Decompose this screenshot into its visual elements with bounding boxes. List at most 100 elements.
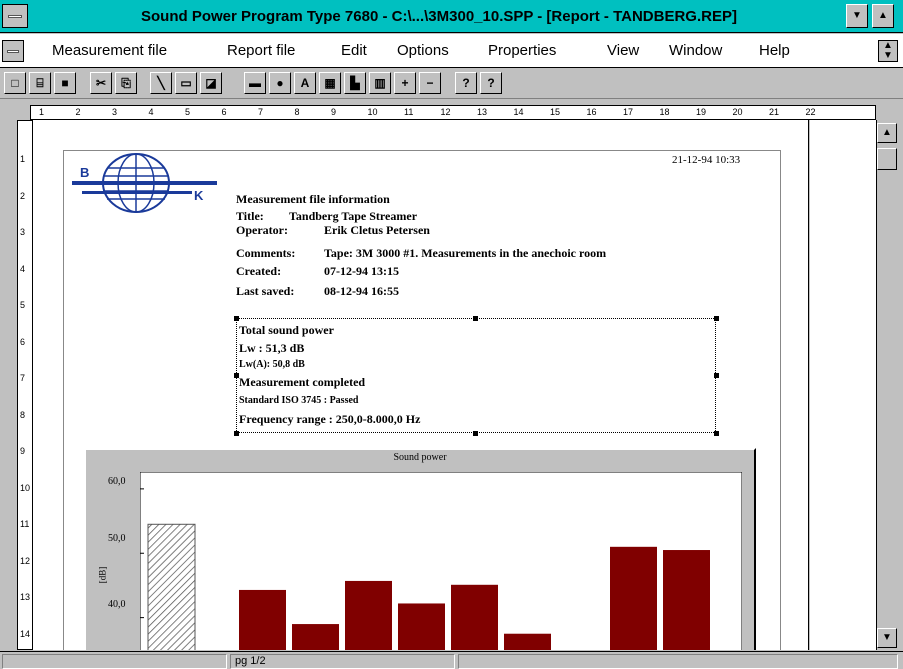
restore-button[interactable]: ▲ ▼	[878, 40, 898, 62]
resize-handle[interactable]	[473, 431, 478, 436]
ruler-tick: 16	[586, 107, 597, 117]
last-saved-value: 08-12-94 16:55	[324, 284, 399, 298]
comments-value: Tape: 3M 3000 #1. Measurements in the an…	[324, 246, 607, 260]
resize-handle[interactable]	[234, 316, 239, 321]
ruler-tick: 18	[659, 107, 670, 117]
open-file-icon[interactable]: ⌸	[29, 72, 51, 94]
sound-power-chart[interactable]: Sound power [dB] 60,0 50,0 40,0	[84, 448, 756, 650]
status-bar: pg 1/2	[0, 651, 903, 669]
rectangle-tool-icon[interactable]: ▬	[244, 72, 266, 94]
cut-icon[interactable]: ✂	[90, 72, 112, 94]
ruler-tick: 19	[696, 107, 707, 117]
scroll-up-arrow[interactable]: ▲	[877, 123, 897, 143]
title-bar: Sound Power Program Type 7680 - C:\...\3…	[0, 0, 903, 33]
help-icon[interactable]: ?	[455, 72, 477, 94]
scroll-down-arrow[interactable]: ▼	[877, 628, 897, 648]
ruler-tick: 11	[404, 107, 414, 117]
maximize-button[interactable]: ▲	[872, 4, 894, 28]
ruler-tick: 22	[805, 107, 816, 117]
menu-help[interactable]: Help	[759, 34, 790, 68]
total-power-heading: Total sound power	[239, 323, 334, 337]
logo-letter-k: K	[194, 188, 204, 203]
status-cell	[458, 654, 898, 669]
save-icon[interactable]: ■	[54, 72, 76, 94]
ruler-tick: 9	[20, 446, 26, 456]
ellipse-tool-icon[interactable]: ●	[269, 72, 291, 94]
menu-bar: Measurement file Report file Edit Option…	[0, 34, 903, 68]
standard-status: Standard ISO 3745 : Passed	[239, 395, 359, 406]
ruler-tick: 12	[440, 107, 451, 117]
ruler-tick: 7	[20, 373, 26, 383]
menu-report-file[interactable]: Report file	[227, 34, 295, 68]
ruler-tick: 5	[20, 300, 26, 310]
band-bar	[292, 624, 339, 650]
operator-label: Operator:	[236, 223, 288, 237]
chart-title: Sound power	[393, 452, 447, 463]
status-page: pg 1/2	[230, 654, 455, 669]
document-area[interactable]: 21-12-94 10:33 B K Measurement file info…	[33, 120, 809, 650]
line-tool-icon[interactable]: ╲	[150, 72, 172, 94]
text-tool-icon[interactable]: A	[294, 72, 316, 94]
ruler-tick: 10	[20, 482, 31, 493]
lwa-value: Lw(A): 50,8 dB	[239, 359, 305, 370]
menu-window[interactable]: Window	[669, 34, 722, 68]
resize-handle[interactable]	[714, 316, 719, 321]
zoom-out-icon[interactable]: −	[419, 72, 441, 94]
eraser-tool-icon[interactable]: ◪	[200, 72, 222, 94]
band-bar	[398, 603, 445, 650]
menu-measurement-file[interactable]: Measurement file	[52, 34, 167, 68]
right-margin-pane	[810, 120, 876, 650]
ruler-tick: 12	[20, 555, 31, 566]
ruler-tick: 8	[20, 409, 26, 420]
horizontal-ruler: 1 2 3 4 5 6 7 8 9 10 11 12 13 14 15 16 17 18 19 20 21 22	[30, 105, 876, 120]
ruler-tick: 6	[20, 336, 26, 347]
frequency-range: Frequency range : 250,0-8.000,0 Hz	[239, 412, 421, 426]
ruler-tick: 3	[112, 107, 118, 117]
y-tick-label: 50,0	[108, 533, 126, 544]
ruler-tick: 1	[20, 154, 26, 164]
chart-tool-icon[interactable]: ▙	[344, 72, 366, 94]
menu-view[interactable]: View	[607, 34, 639, 68]
resize-handle[interactable]	[234, 373, 239, 378]
ruler-tick: 11	[20, 519, 30, 529]
created-value: 07-12-94 13:15	[324, 264, 399, 278]
ruler-tick: 10	[367, 107, 378, 117]
document-menu-button[interactable]	[2, 40, 24, 62]
info-heading: Measurement file information	[236, 192, 390, 206]
menu-edit[interactable]: Edit	[341, 34, 367, 68]
new-file-icon[interactable]: □	[4, 72, 26, 94]
menu-options[interactable]: Options	[397, 34, 449, 68]
resize-handle[interactable]	[714, 373, 719, 378]
vertical-scrollbar[interactable]: ▲ ▼	[876, 120, 898, 650]
ruler-tick: 3	[20, 227, 26, 237]
operator-value: Erik Cletus Petersen	[324, 223, 430, 237]
ruler-tick: 15	[550, 107, 561, 117]
ruler-tick: 5	[185, 107, 191, 117]
menu-properties[interactable]: Properties	[488, 34, 556, 68]
logo-letter-b: B	[80, 165, 90, 180]
window-title: Sound Power Program Type 7680 - C:\...\3…	[141, 8, 737, 25]
system-menu-button[interactable]	[2, 4, 28, 28]
vertical-ruler: 1 2 3 4 5 6 7 8 9 10 11 12 13 14	[17, 120, 33, 650]
status-cell	[2, 654, 227, 669]
bars-tool-icon[interactable]: ▥	[369, 72, 391, 94]
table-tool-icon[interactable]: ▦	[319, 72, 341, 94]
resize-handle[interactable]	[234, 431, 239, 436]
total-power-textbox[interactable]: Total sound power Lw : 51,3 dB Lw(A): 50…	[234, 316, 719, 436]
band-bar	[610, 546, 657, 650]
band-bar	[663, 550, 710, 650]
created-label: Created:	[236, 264, 282, 278]
copy-icon[interactable]: ⎘	[115, 72, 137, 94]
total-power-bar	[147, 523, 196, 650]
minimize-button[interactable]: ▼	[846, 4, 868, 28]
frame-tool-icon[interactable]: ▭	[175, 72, 197, 94]
context-help-icon[interactable]: ?	[480, 72, 502, 94]
band-bar	[504, 633, 551, 650]
report-timestamp: 21-12-94 10:33	[672, 154, 741, 166]
zoom-in-icon[interactable]: +	[394, 72, 416, 94]
resize-handle[interactable]	[473, 316, 478, 321]
band-bar	[451, 584, 498, 650]
scroll-thumb[interactable]	[877, 148, 897, 170]
resize-handle[interactable]	[714, 431, 719, 436]
ruler-tick: 4	[20, 263, 26, 274]
